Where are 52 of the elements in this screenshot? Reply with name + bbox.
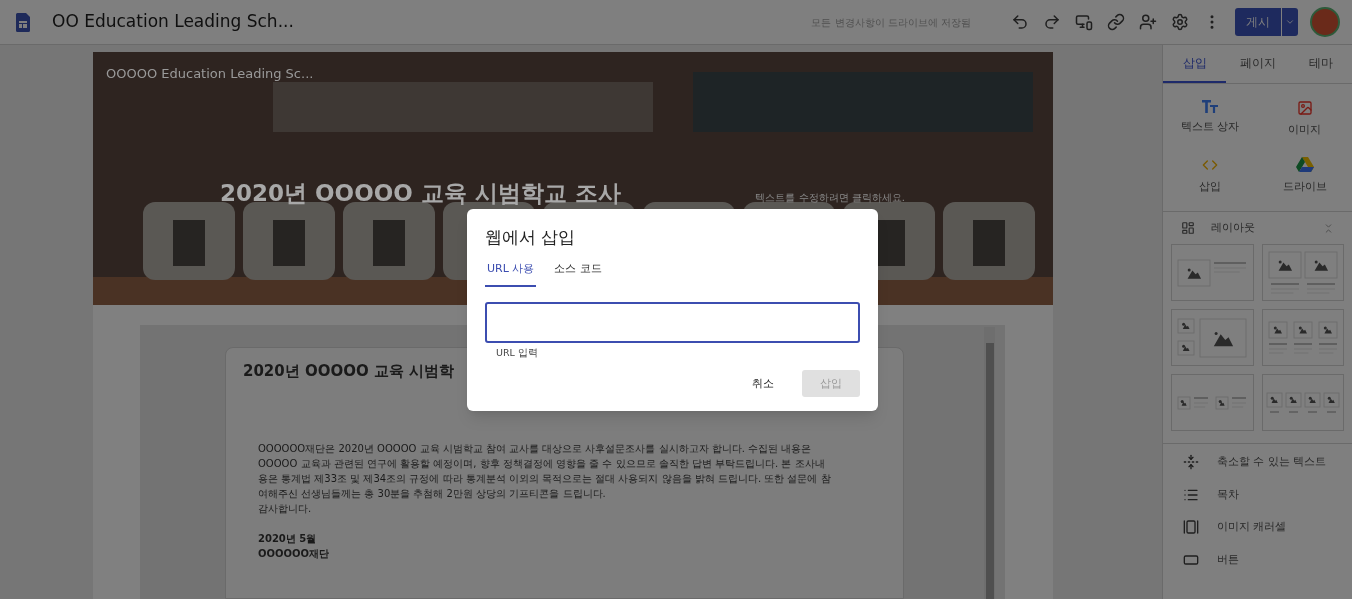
publish-button[interactable]: 게시 (1235, 8, 1281, 36)
header-title[interactable]: 2020년 OOOOO 교육 시범학교 조사 (220, 175, 621, 210)
component-option[interactable]: 축소할 수 있는 텍스트 (1183, 454, 1332, 471)
redo-icon[interactable] (1043, 13, 1061, 31)
text-style-icon (1202, 100, 1219, 113)
insert-option[interactable]: 이미지 (1257, 100, 1352, 139)
component-option[interactable]: 목차 (1183, 486, 1332, 503)
collapse-toggle[interactable] (1323, 222, 1334, 234)
document-title[interactable]: OO Education Leading Sch... (52, 9, 294, 35)
dialog-tab[interactable]: URL 사용 (485, 260, 537, 287)
drive-icon (1295, 156, 1314, 173)
form-signature: 2020년 5월 (258, 531, 318, 546)
layout-option[interactable] (1171, 309, 1254, 366)
layout-drawing (1177, 317, 1248, 358)
layout-icon (1181, 221, 1195, 235)
url-field[interactable] (485, 302, 860, 343)
image-icon (1296, 100, 1313, 116)
dialog-tab[interactable]: 소스 코드 (552, 260, 604, 287)
form-signature: OOOOOO재단 (258, 546, 330, 561)
dialog-title: 웹에서 삽입 (485, 226, 576, 249)
settings-icon[interactable] (1171, 13, 1189, 31)
collapse-icon (1183, 454, 1199, 471)
form-title: 2020년 OOOOO 교육 시범학 (243, 361, 455, 382)
undo-icon[interactable] (1011, 13, 1029, 31)
layout-option[interactable] (1261, 244, 1344, 301)
site-name[interactable]: OOOOO Education Leading Sc... (106, 64, 314, 84)
cancel-button[interactable]: 취소 (734, 370, 792, 398)
document-icon (16, 12, 30, 32)
add-person-icon[interactable] (1139, 13, 1157, 31)
panel-tab[interactable]: 삽입 (1163, 45, 1226, 83)
caret-icon (1285, 17, 1295, 27)
insert-option[interactable]: 텍스트 상자 (1163, 100, 1258, 139)
layout-drawing (1267, 251, 1338, 294)
insert-option[interactable]: 드라이브 (1257, 156, 1352, 195)
edit-hint: 텍스트를 수정하려면 클릭하세요. (755, 190, 905, 205)
form-description: 감사합니다. (258, 501, 313, 516)
component-option[interactable]: 버튼 (1183, 551, 1332, 568)
section-label: 레이아웃 (1211, 219, 1255, 236)
device-preview-icon[interactable] (1075, 13, 1093, 31)
panel-tab[interactable]: 테마 (1289, 45, 1352, 83)
layout-drawing (1177, 258, 1248, 287)
avatar[interactable] (1310, 7, 1340, 37)
carousel-icon (1183, 519, 1199, 536)
field-helper: URL 입력 (496, 346, 538, 360)
insert-option[interactable]: 삽입 (1163, 156, 1258, 195)
form-description: OOOOOO재단은 2020년 OOOOO 교육 시범학교 참여 교사를 대상으로 사후설문조사를 실시하고자 합니다. 수집된 내용은 OOOOO 교육과 관련된 연구에 활용할 예정이며, 향후 정책결정에 영향을 줄 수 있으므로 솔직한 답변 부탁드립니다. 본 조사내용은 통계법 제33조 및 제34조의 규정에 따라 통계분석 이외의 목적으로는 절대 사용되지 않음을 밝혀 드립니다. 또한 설문에 참여해주신 선생님들께는 총 30분을 추첨해 2만원 상당의 기프티콘을 드립니다. (258, 441, 832, 501)
component-option[interactable]: 이미지 캐러셀 (1183, 519, 1332, 536)
panel-tab[interactable]: 페이지 (1226, 45, 1289, 83)
layout-drawing (1267, 321, 1338, 354)
layout-drawing (1177, 395, 1248, 410)
collapse-icon (1323, 222, 1334, 234)
link-icon[interactable] (1107, 13, 1125, 31)
